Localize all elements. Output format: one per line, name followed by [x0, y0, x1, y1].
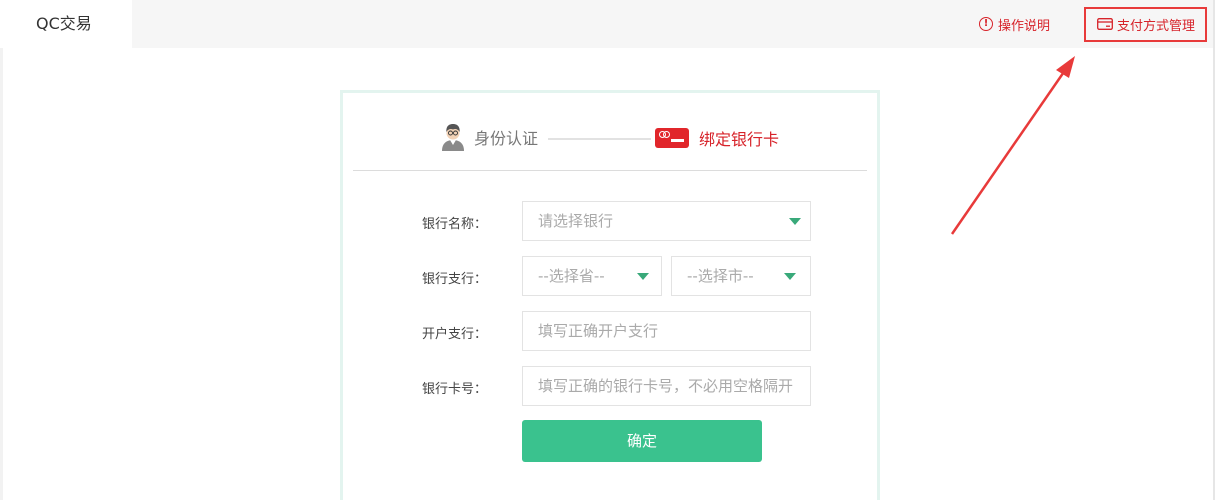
step-bind-bank-card-label: 绑定银行卡: [699, 130, 780, 149]
account-branch-label: 开户支行：: [422, 327, 488, 342]
user-avatar-icon: [442, 124, 464, 151]
info-circle-icon: !: [979, 17, 993, 31]
help-link-label: 操作说明: [998, 18, 1051, 34]
bank-card-icon: [655, 128, 689, 148]
card-number-input[interactable]: [522, 366, 811, 406]
step-identity-verification: 身份认证: [440, 123, 538, 151]
province-select-value: --选择省--: [538, 267, 605, 285]
pay-method-management-link[interactable]: 支付方式管理: [1097, 15, 1196, 34]
city-select[interactable]: --选择市--: [671, 256, 811, 296]
bank-name-label: 银行名称：: [422, 217, 488, 232]
province-select[interactable]: --选择省--: [522, 256, 662, 296]
city-select-value: --选择市--: [687, 267, 754, 285]
step-indicator: 身份认证 绑定银行卡: [343, 93, 877, 171]
card-number-label: 银行卡号：: [422, 382, 488, 397]
confirm-button[interactable]: 确定: [522, 420, 762, 462]
bind-bank-card-panel: 身份认证 绑定银行卡 银行名称： 请选择银行 银行支行： --选择省-- --选…: [340, 90, 880, 500]
pay-method-management-label: 支付方式管理: [1117, 18, 1196, 34]
left-border: [0, 48, 3, 500]
step-connector-line: [548, 138, 651, 140]
bank-name-select[interactable]: 请选择银行: [522, 201, 811, 241]
panel-divider: [353, 170, 867, 171]
bank-branch-label: 银行支行：: [422, 272, 488, 287]
top-bar: QC交易 ! 操作说明 支付方式管理: [0, 0, 1215, 48]
step-bind-bank-card: 绑定银行卡: [655, 126, 779, 150]
step-identity-verification-label: 身份认证: [474, 129, 539, 148]
chevron-down-icon: [637, 273, 649, 280]
chevron-down-icon: [784, 273, 796, 280]
credit-card-icon: [1097, 18, 1113, 30]
help-link[interactable]: ! 操作说明: [979, 15, 1051, 34]
annotation-arrow: [950, 56, 1075, 235]
account-branch-input[interactable]: [522, 311, 811, 351]
chevron-down-icon: [789, 218, 801, 225]
tab-qc-trading[interactable]: QC交易: [0, 0, 132, 48]
bank-name-select-value: 请选择银行: [538, 212, 614, 230]
